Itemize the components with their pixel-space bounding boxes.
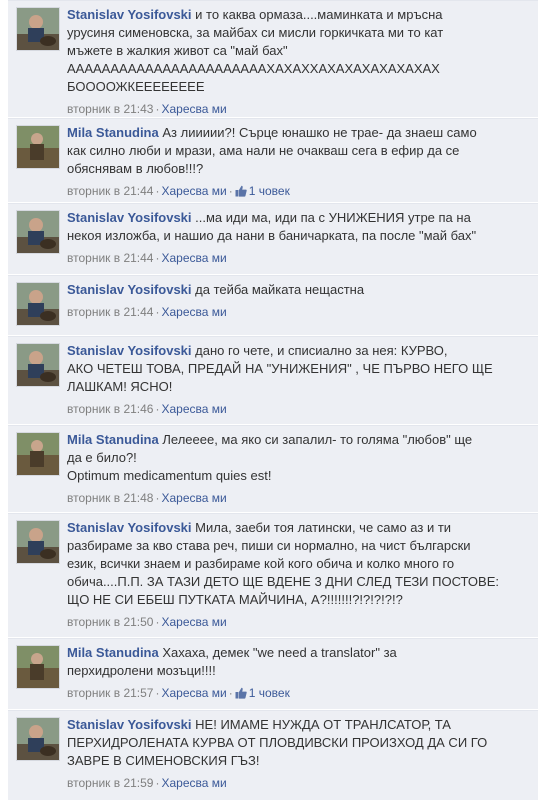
comment-meta: вторник в 21:59 · Харесва ми: [67, 773, 530, 793]
comment-author[interactable]: Mila Stanudina: [67, 432, 159, 447]
comment-author[interactable]: Stanislav Yosifovski: [67, 282, 192, 297]
comment-meta: вторник в 21:50 · Харесва ми: [67, 612, 530, 632]
comment-text: ПЕРХИДРОЛЕНАТА КУРВА ОТ ПЛОВДИВСКИ ПРОИЗ…: [67, 735, 488, 750]
comment-meta: вторник в 21:44 · Харесва ми: [67, 248, 530, 268]
comment-text: ...ма иди ма, иди па с УНИЖЕНИЯ утре па …: [195, 210, 471, 225]
comment-text: да е било?!: [67, 450, 137, 465]
like-button[interactable]: Харесва ми: [161, 251, 226, 265]
comment-timestamp[interactable]: вторник в 21:57: [67, 686, 153, 700]
comment-text: АКО ЧЕТЕШ ТОВА, ПРЕДАЙ НА "УНИЖЕНИЯ" , Ч…: [67, 361, 493, 376]
like-button[interactable]: Харесва ми: [161, 305, 226, 319]
like-count-link[interactable]: 1 човек: [235, 686, 290, 700]
comment-meta: вторник в 21:48 · Харесва ми: [67, 488, 530, 508]
thumbs-up-icon: [235, 185, 247, 197]
avatar[interactable]: [16, 210, 60, 254]
comment-text: Лелееее, ма яко си запалил- то голяма "л…: [162, 432, 473, 447]
separator: ·: [155, 776, 160, 790]
comment-item: Stanislav Yosifovski НЕ! ИМАМЕ НУЖДА ОТ …: [8, 710, 538, 800]
separator: ·: [155, 402, 160, 416]
comment-meta: вторник в 21:44 · Харесва ми: [67, 302, 530, 322]
comment-text: ЛАШКАМ! ЯСНО!: [67, 379, 173, 394]
like-count: 1 човек: [248, 686, 290, 700]
comment-text: език, всички знаем и разбираме кой кого …: [67, 556, 455, 571]
comment-text: обяснявам в любов!!!?: [67, 161, 204, 176]
comment-author[interactable]: Mila Stanudina: [67, 645, 159, 660]
comment-text: НЕ! ИМАМЕ НУЖДА ОТ ТРАНЛСАТОР, ТА: [195, 717, 451, 732]
separator: ·: [155, 615, 160, 629]
comment-timestamp[interactable]: вторник в 21:43: [67, 102, 153, 116]
comment-text: Аз лиииии?! Сърце юнашко не трае- да зна…: [162, 125, 477, 140]
comment-item: Mila Stanudina Лелееее, ма яко си запали…: [8, 425, 538, 512]
comment-feed: Stanislav Yosifovski и то каква ормаза..…: [0, 0, 540, 800]
comment-timestamp[interactable]: вторник в 21:48: [67, 491, 153, 505]
like-button[interactable]: Харесва ми: [161, 402, 226, 416]
like-button[interactable]: Харесва ми: [161, 776, 226, 790]
comment-meta: вторник в 21:44 · Харесва ми · 1 човек: [67, 181, 530, 201]
avatar[interactable]: [16, 520, 60, 564]
comment-text: Мила, заеби тоя латински, че само аз и т…: [195, 520, 452, 535]
avatar[interactable]: [16, 125, 60, 169]
comment-text: как силно люби и мрази, ама нали не очак…: [67, 143, 460, 158]
comment-item: Stanislav Yosifovski Мила, заеби тоя лат…: [8, 513, 538, 637]
separator: ·: [155, 686, 160, 700]
comment-text: разбираме за кво става реч, пиши си норм…: [67, 538, 471, 553]
comment-timestamp[interactable]: вторник в 21:44: [67, 305, 153, 319]
separator: ·: [155, 184, 160, 198]
comment-text: ЗАВРЕ В СИМЕНОВСКИЯ ГЪЗ!: [67, 753, 260, 768]
avatar[interactable]: [16, 645, 60, 689]
comment-text: некоя изложба, и нашио да нани в баничар…: [67, 228, 477, 243]
comment-text: перхидролени мозъци!!!!: [67, 663, 216, 678]
comment-text: Optimum medicamentum quies est!: [67, 468, 272, 483]
comment-item: Mila Stanudina Аз лиииии?! Сърце юнашко …: [8, 118, 538, 202]
comment-item: Stanislav Yosifovski и то каква ормаза..…: [8, 0, 538, 117]
comment-item: Stanislav Yosifovski да тейба майката не…: [8, 275, 538, 335]
comment-text: обича....П.П. ЗА ТАЗИ ДЕТО ЩЕ ВДЕНЕ 3 ДН…: [67, 574, 499, 589]
avatar[interactable]: [16, 432, 60, 476]
like-button[interactable]: Харесва ми: [161, 686, 226, 700]
like-button[interactable]: Харесва ми: [161, 184, 226, 198]
comment-author[interactable]: Stanislav Yosifovski: [67, 210, 192, 225]
comment-timestamp[interactable]: вторник в 21:44: [67, 251, 153, 265]
comment-text: и то каква ормаза....маминката и мръсна: [195, 7, 443, 22]
avatar[interactable]: [16, 282, 60, 326]
comment-meta: вторник в 21:43 · Харесва ми: [67, 99, 530, 119]
comment-text: урусиня сименовска, за майбах си мисли г…: [67, 25, 444, 40]
comment-text: АААААААААААААААААААААААХАХАХХАХАХАХАХАХА…: [67, 61, 440, 76]
comment-text: ЩО НЕ СИ ЕБЕШ ПУТКАТА МАЙЧИНА, А?!!!!!!!…: [67, 592, 403, 607]
comment-author[interactable]: Stanislav Yosifovski: [67, 717, 192, 732]
like-button[interactable]: Харесва ми: [161, 615, 226, 629]
comment-item: Stanislav Yosifovski ...ма иди ма, иди п…: [8, 203, 538, 274]
like-button[interactable]: Харесва ми: [161, 102, 226, 116]
avatar[interactable]: [16, 717, 60, 761]
comment-text: Хахаха, демек "we need a translator" за: [162, 645, 397, 660]
like-count-link[interactable]: 1 човек: [235, 184, 290, 198]
comment-author[interactable]: Stanislav Yosifovski: [67, 520, 192, 535]
separator: ·: [228, 686, 233, 700]
comment-timestamp[interactable]: вторник в 21:44: [67, 184, 153, 198]
comment-meta: вторник в 21:46 · Харесва ми: [67, 399, 530, 419]
separator: ·: [155, 305, 160, 319]
separator: ·: [155, 491, 160, 505]
comment-timestamp[interactable]: вторник в 21:46: [67, 402, 153, 416]
like-count: 1 човек: [248, 184, 290, 198]
comment-item: Stanislav Yosifovski дано го чете, и спи…: [8, 336, 538, 424]
comment-text: да тейба майката нещастна: [195, 282, 365, 297]
avatar[interactable]: [16, 343, 60, 387]
comment-text: БООООЖКЕЕЕЕЕЕЕЕ: [67, 79, 205, 94]
comment-item: Mila Stanudina Хахаха, демек "we need a …: [8, 638, 538, 709]
comment-text: дано го чете, и списиално за нея: КУРВО,: [195, 343, 448, 358]
comment-author[interactable]: Stanislav Yosifovski: [67, 343, 192, 358]
separator: ·: [228, 184, 233, 198]
comment-timestamp[interactable]: вторник в 21:50: [67, 615, 153, 629]
thumbs-up-icon: [235, 687, 247, 699]
comment-text: мъжете в жалкия живот са "май бах": [67, 43, 288, 58]
comment-meta: вторник в 21:57 · Харесва ми · 1 човек: [67, 683, 530, 703]
comment-author[interactable]: Stanislav Yosifovski: [67, 7, 192, 22]
like-button[interactable]: Харесва ми: [161, 491, 226, 505]
separator: ·: [155, 251, 160, 265]
comment-timestamp[interactable]: вторник в 21:59: [67, 776, 153, 790]
avatar[interactable]: [16, 7, 60, 51]
separator: ·: [155, 102, 160, 116]
comment-author[interactable]: Mila Stanudina: [67, 125, 159, 140]
